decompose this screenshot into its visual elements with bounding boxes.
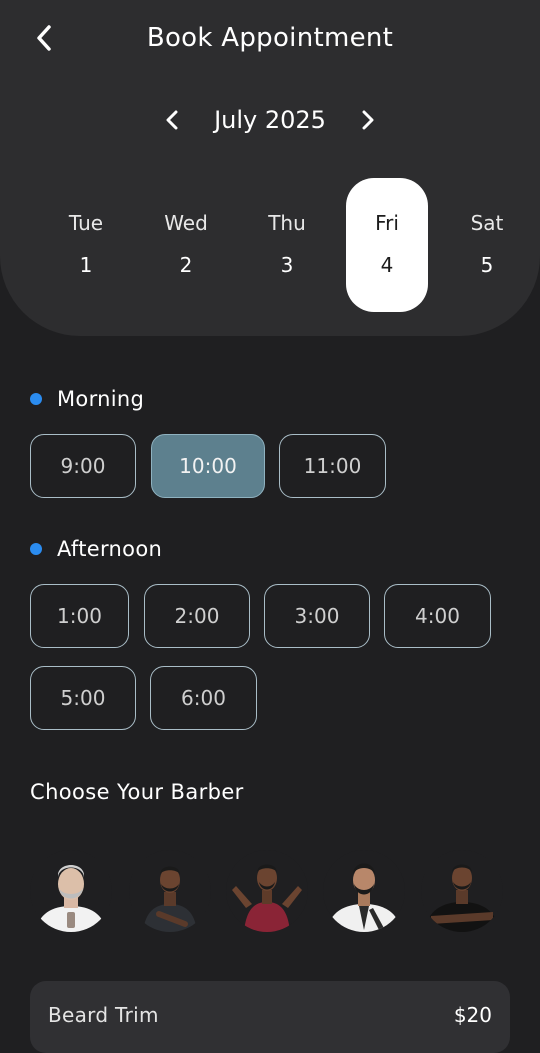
barber-avatar-1[interactable] <box>30 850 112 932</box>
time-slot[interactable]: 11:00 <box>279 434 386 498</box>
day-number: 1 <box>79 253 93 277</box>
day-selector: Tue 1 Wed 2 Thu 3 Fri 4 Sat 5 <box>0 178 540 312</box>
day-number: 3 <box>280 253 294 277</box>
day-number: 4 <box>380 253 394 277</box>
day-name: Sat <box>470 211 504 235</box>
day-wed[interactable]: Wed 2 <box>145 178 227 312</box>
afternoon-section-header: Afternoon <box>30 534 162 564</box>
header-panel: Book Appointment July 2025 Tue 1 Wed 2 T… <box>0 0 540 336</box>
day-tue[interactable]: Tue 1 <box>45 178 127 312</box>
day-thu[interactable]: Thu 3 <box>246 178 328 312</box>
time-slot[interactable]: 3:00 <box>264 584 370 648</box>
page-title: Book Appointment <box>146 23 394 53</box>
next-month-button[interactable] <box>354 106 382 134</box>
barber-avatar-2[interactable] <box>129 850 211 932</box>
time-slot[interactable]: 5:00 <box>30 666 136 730</box>
barber-avatar-5[interactable] <box>421 850 503 932</box>
time-slot[interactable]: 1:00 <box>30 584 129 648</box>
day-fri-selected[interactable]: Fri 4 <box>346 178 428 312</box>
month-switcher: July 2025 <box>0 100 540 140</box>
bullet-dot-icon <box>30 393 42 405</box>
section-label: Morning <box>57 387 145 411</box>
day-sat[interactable]: Sat 5 <box>446 178 528 312</box>
time-slot[interactable]: 6:00 <box>150 666 257 730</box>
service-card[interactable]: Beard Trim $20 <box>30 981 510 1053</box>
day-name: Wed <box>164 211 208 235</box>
service-price: $20 <box>453 1003 492 1027</box>
month-label: July 2025 <box>214 106 326 134</box>
section-label: Afternoon <box>57 537 163 561</box>
bullet-dot-icon <box>30 543 42 555</box>
day-number: 2 <box>179 253 193 277</box>
time-slot[interactable]: 2:00 <box>144 584 250 648</box>
chevron-right-icon <box>362 110 374 130</box>
day-name: Fri <box>375 211 399 235</box>
day-name: Tue <box>68 211 104 235</box>
service-name: Beard Trim <box>48 1003 159 1027</box>
time-slot-selected[interactable]: 10:00 <box>151 434 265 498</box>
previous-month-button[interactable] <box>158 106 186 134</box>
choose-barber-heading: Choose Your Barber <box>30 780 244 804</box>
day-name: Thu <box>268 211 306 235</box>
day-number: 5 <box>480 253 494 277</box>
barber-avatar-3[interactable] <box>226 850 308 932</box>
time-slot[interactable]: 4:00 <box>384 584 491 648</box>
time-slot[interactable]: 9:00 <box>30 434 136 498</box>
morning-section-header: Morning <box>30 384 144 414</box>
barber-avatar-4[interactable] <box>323 850 405 932</box>
chevron-left-icon <box>166 110 178 130</box>
book-appointment-screen: Book Appointment July 2025 Tue 1 Wed 2 T… <box>0 0 540 1053</box>
